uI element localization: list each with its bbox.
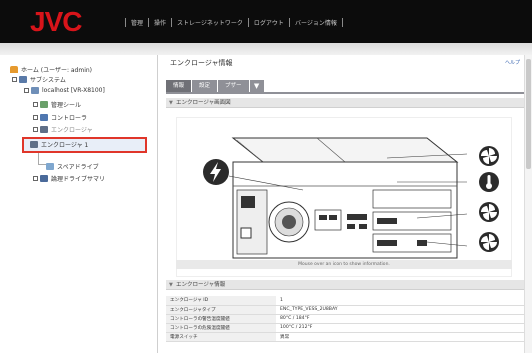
tree-item-controller[interactable]: コントローラ [33, 112, 87, 122]
tab-more-dropdown[interactable]: ▼ [249, 80, 264, 92]
collapse-arrow-icon: ▼ [169, 100, 173, 106]
nav-version-info[interactable]: バージョン情報 [295, 18, 337, 27]
controller-icon [40, 113, 48, 121]
tab-info[interactable]: 情報 [166, 80, 192, 92]
jvc-logo: JVC [30, 6, 82, 37]
expand-icon[interactable] [24, 87, 29, 93]
server-icon [31, 86, 39, 94]
help-link[interactable]: ヘルプ [505, 59, 520, 66]
tree-item-spare-drive[interactable]: スペアドライブ [46, 161, 99, 171]
tree-item-home[interactable]: ホーム (ユーザー: admin) [10, 64, 92, 74]
tab-settings[interactable]: 設定 [192, 80, 218, 92]
row-key: 電源スイッチ [166, 332, 276, 342]
row-value: 100°C / 212°F [276, 323, 524, 333]
spare-drive-icon [46, 162, 54, 170]
content-panel: エンクロージャ情報 ヘルプ 情報 設定 ブザー ▼ ▼ エンクロージャ画面図 M… [162, 55, 524, 353]
row-key: コントローラの警告温度閾値 [166, 314, 276, 324]
expand-icon[interactable] [33, 175, 38, 181]
tab-buzzer[interactable]: ブザー [218, 80, 249, 92]
tree-item-host[interactable]: localhost [VR-X8100] [24, 85, 105, 95]
vertical-scrollbar[interactable] [524, 55, 532, 353]
enclosure-drawing [228, 137, 468, 259]
diagram-hint: Mouse over an icon to show information. [176, 260, 512, 269]
fan-icon-2[interactable] [478, 201, 500, 223]
section-header-enclosure-info[interactable]: ▼ エンクロージャ情報 [166, 280, 524, 290]
enclosure-info-table: エンクロージャ ID 1 エンクロージャタイプ ENC_TYPE_VESS_2U… [166, 296, 524, 342]
row-value: ENC_TYPE_VESS_2U8BAY [276, 305, 524, 315]
fan-icon-1[interactable] [478, 145, 500, 167]
table-row: エンクロージャ ID 1 [166, 296, 524, 306]
fan-icon-3[interactable] [478, 231, 500, 253]
home-icon [10, 65, 18, 73]
expand-icon[interactable] [12, 76, 17, 82]
thermometer-icon[interactable] [478, 171, 500, 193]
row-value: 異常 [276, 332, 524, 342]
logical-drive-icon [40, 174, 48, 182]
tree-item-subsystem[interactable]: サブシステム [12, 74, 66, 84]
tree-item-enclosure-1-selected[interactable]: エンクロージャ 1 [22, 137, 147, 153]
header-shadow [0, 43, 532, 55]
enclosure-icon [40, 125, 48, 133]
tree-item-fan[interactable]: 管理シール [33, 99, 81, 109]
collapse-arrow-icon: ▼ [169, 282, 173, 288]
expand-icon[interactable] [33, 126, 38, 132]
table-row: 電源スイッチ 異常 [166, 332, 524, 342]
row-key: コントローラの危険温度閾値 [166, 323, 276, 333]
tree-item-logical-drive[interactable]: 論理ドライブサマリ [33, 173, 105, 183]
nav-operation[interactable]: 操作 [154, 18, 166, 27]
row-key: エンクロージャタイプ [166, 305, 276, 315]
nav-storage-network[interactable]: ストレージネットワーク [177, 18, 243, 27]
nav-logout[interactable]: ログアウト [254, 18, 284, 27]
tree-item-enclosure-group[interactable]: エンクロージャ [33, 124, 93, 134]
expand-icon[interactable] [33, 101, 38, 107]
table-row: コントローラの危険温度閾値 100°C / 212°F [166, 323, 524, 333]
section-header-diagram[interactable]: ▼ エンクロージャ画面図 [166, 98, 524, 108]
tab-underline [166, 92, 524, 94]
expand-icon[interactable] [33, 114, 38, 120]
enclosure-icon [30, 141, 38, 148]
row-key: エンクロージャ ID [166, 296, 276, 306]
tab-bar: 情報 設定 ブザー ▼ [166, 80, 265, 92]
top-bar: JVC 管理 操作 ストレージネットワーク ログアウト バージョン情報 [0, 0, 532, 43]
row-value: 1 [276, 296, 524, 306]
table-row: エンクロージャタイプ ENC_TYPE_VESS_2U8BAY [166, 305, 524, 315]
page-title: エンクロージャ情報 [170, 59, 233, 67]
top-navigation: 管理 操作 ストレージネットワーク ログアウト バージョン情報 [120, 18, 348, 27]
enclosure-diagram [176, 117, 512, 277]
power-supply-icon[interactable] [202, 158, 230, 186]
table-row: コントローラの警告温度閾値 80°C / 184°F [166, 314, 524, 324]
tree-item-enclosure-1[interactable]: エンクロージャ 1 [30, 139, 145, 150]
management-icon [40, 100, 48, 108]
scrollbar-thumb[interactable] [526, 59, 531, 169]
nav-management[interactable]: 管理 [131, 18, 143, 27]
row-value: 80°C / 184°F [276, 314, 524, 324]
subsystem-icon [19, 75, 27, 83]
